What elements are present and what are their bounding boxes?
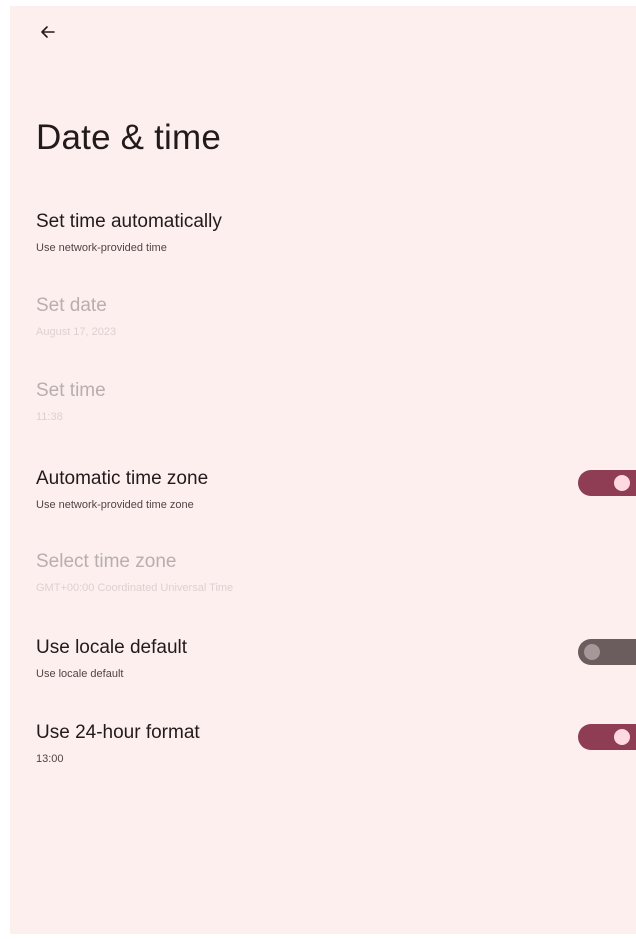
setting-title: Set time automatically [36, 211, 222, 232]
setting-summary: 11:38 [36, 411, 63, 423]
setting-summary: Use locale default [36, 668, 124, 680]
setting-summary: Use network-provided time [36, 242, 167, 254]
toggle-knob [614, 729, 630, 745]
back-button[interactable] [32, 18, 64, 50]
setting-summary: GMT+00:00 Coordinated Universal Time [36, 582, 234, 594]
setting-use-locale-default[interactable]: Use locale default Use locale default [10, 637, 636, 715]
settings-screen: Date & time Set time automatically Use n… [10, 6, 636, 934]
setting-title: Automatic time zone [36, 468, 209, 489]
setting-summary: August 17, 2023 [36, 326, 117, 338]
use-24-hour-format-toggle[interactable] [578, 724, 636, 750]
toggle-knob [614, 475, 630, 491]
setting-set-date: Set date August 17, 2023 [10, 295, 636, 373]
setting-set-time: Set time 11:38 [10, 380, 636, 458]
setting-automatic-time-zone[interactable]: Automatic time zone Use network-provided… [10, 468, 636, 546]
setting-title: Use locale default [36, 637, 188, 658]
setting-summary: 13:00 [36, 753, 64, 765]
setting-use-24-hour-format[interactable]: Use 24-hour format 13:00 [10, 722, 636, 800]
page-title: Date & time [36, 118, 222, 157]
setting-select-time-zone: Select time zone GMT+00:00 Coordinated U… [10, 551, 636, 629]
setting-set-time-automatically[interactable]: Set time automatically Use network-provi… [10, 211, 636, 289]
toggle-knob [584, 644, 600, 660]
automatic-time-zone-toggle[interactable] [578, 470, 636, 496]
setting-title: Set date [36, 295, 107, 316]
arrow-back-icon [40, 24, 56, 45]
setting-title: Use 24-hour format [36, 722, 200, 743]
setting-title: Set time [36, 380, 106, 401]
setting-title: Select time zone [36, 551, 177, 572]
use-locale-default-toggle[interactable] [578, 639, 636, 665]
setting-summary: Use network-provided time zone [36, 499, 194, 511]
